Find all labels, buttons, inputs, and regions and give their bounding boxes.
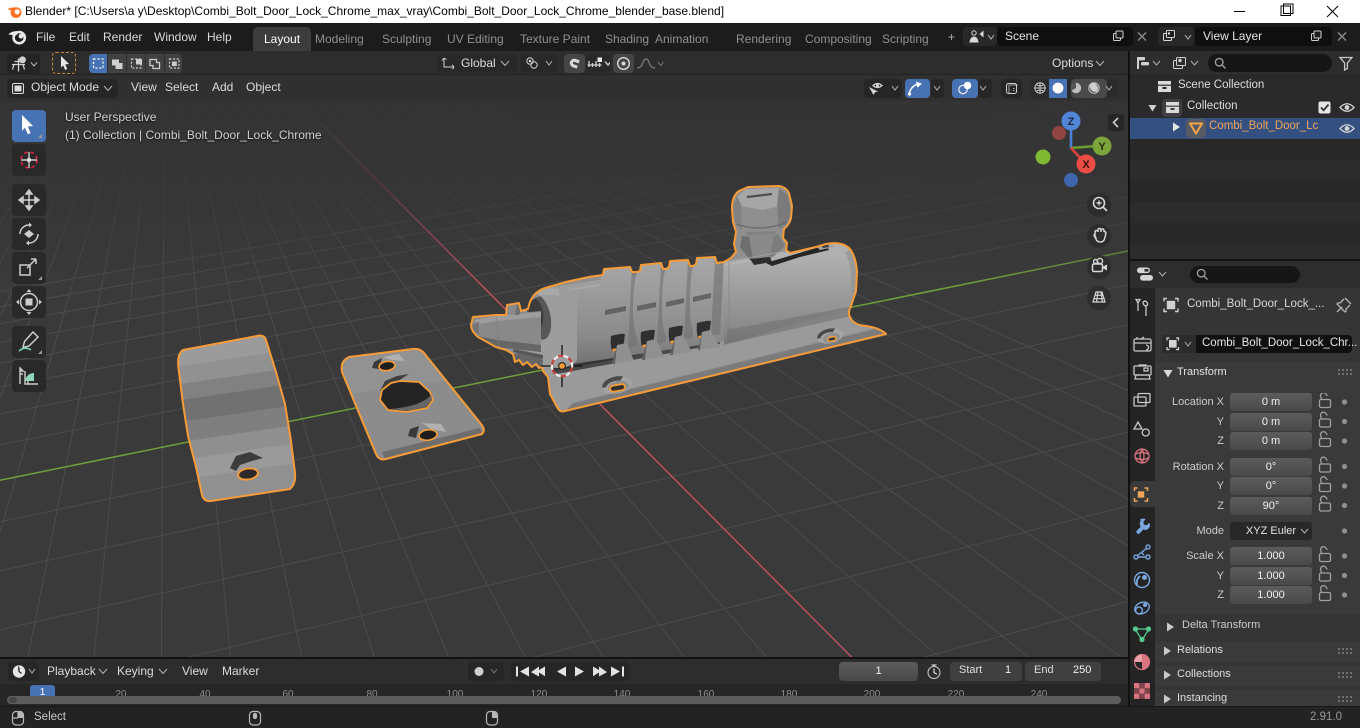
svg-text:Y: Y <box>1098 141 1106 153</box>
svg-text:Z: Z <box>1068 116 1075 128</box>
svg-text:X: X <box>1082 159 1090 171</box>
